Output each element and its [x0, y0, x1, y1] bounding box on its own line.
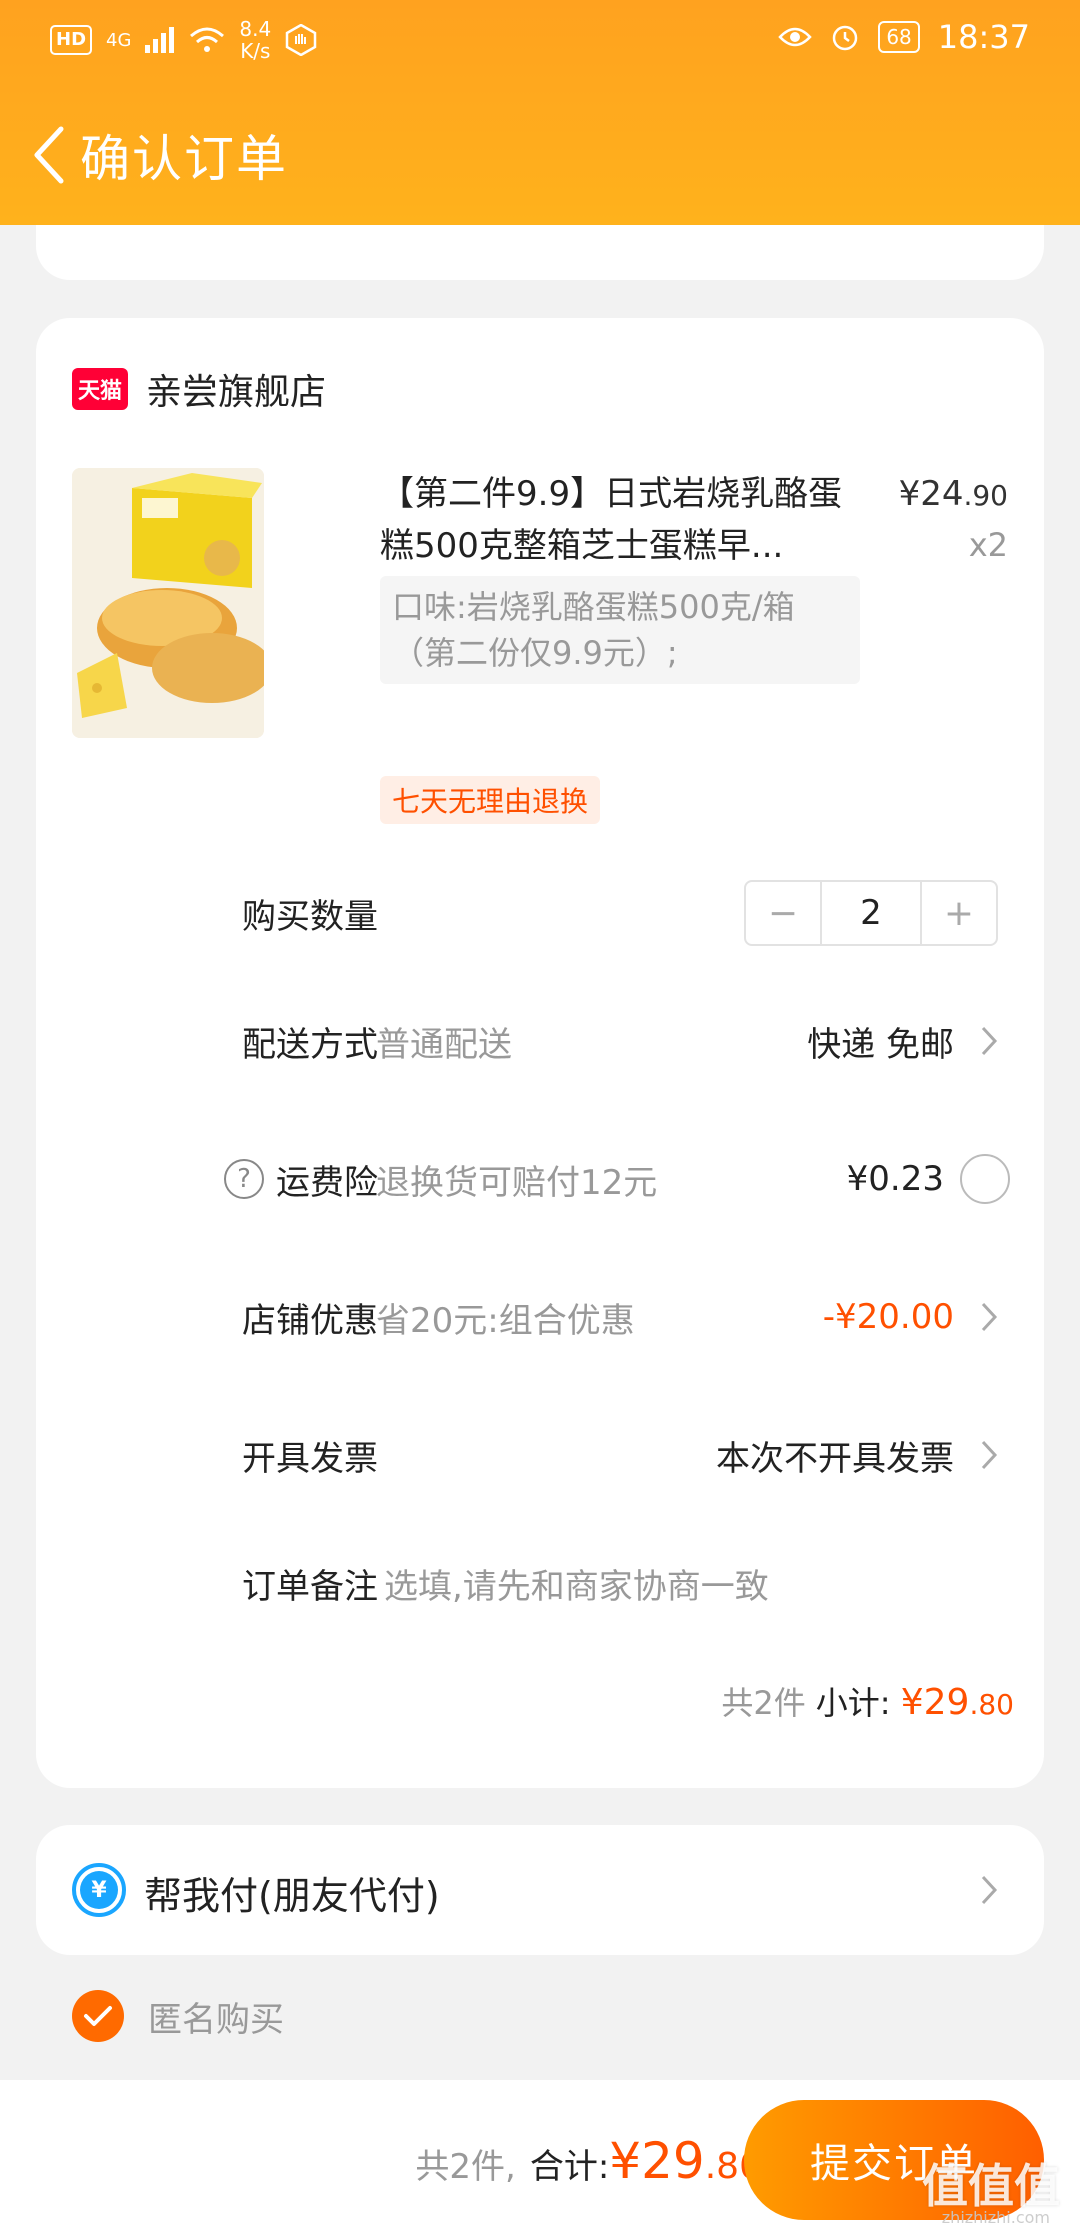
friend-pay-icon: ¥	[72, 1863, 126, 1917]
signal-icon	[145, 27, 175, 53]
order-note-input[interactable]: 选填,请先和商家协商一致	[384, 1559, 769, 1608]
shop-header[interactable]: 天猫 亲尝旗舰店	[72, 363, 326, 415]
delivery-row[interactable]: 配送方式 普通配送 快递 免邮	[36, 1001, 1044, 1081]
nav-bar: 确认订单	[0, 110, 1080, 200]
status-bar: HD 4G 8.4 K/s 68 18:37	[0, 0, 1080, 80]
note-label: 订单备注	[242, 1566, 378, 1607]
delivery-value: 快递 免邮	[807, 1024, 954, 1065]
increase-button[interactable]: +	[922, 882, 996, 944]
insurance-label[interactable]: ? 运费险	[224, 1155, 378, 1204]
anonymous-label: 匿名购买	[148, 1999, 284, 2040]
checkmark-icon[interactable]	[72, 1990, 124, 2042]
shipping-insurance-row: ? 运费险 退换货可赔付12元 ¥0.23	[36, 1139, 1044, 1219]
total-label: 合计:	[529, 2147, 610, 2187]
delivery-desc: 普通配送	[376, 1024, 512, 1065]
quantity-row: 购买数量 − 2 +	[36, 873, 1044, 953]
network-type: 4G	[106, 29, 132, 51]
watermark-url: zhizhizhi.com	[941, 2208, 1050, 2227]
subtotal-amount: ¥29.80	[900, 1682, 1014, 1723]
tmall-icon: 天猫	[72, 368, 128, 410]
wifi-icon	[190, 27, 225, 52]
delivery-label: 配送方式	[242, 1024, 378, 1065]
chevron-right-icon	[974, 1021, 1004, 1061]
discount-label: 店铺优惠	[242, 1300, 378, 1341]
quantity-input[interactable]: 2	[820, 882, 922, 944]
total-count: 共2件,	[415, 2147, 516, 2187]
battery-icon: 68	[878, 21, 920, 53]
subtotal: 共2件 小计: ¥29.80	[721, 1678, 1014, 1724]
chevron-right-icon	[974, 1870, 1004, 1910]
bottom-bar: 共2件, 合计:¥29.80 提交订单	[0, 2080, 1080, 2240]
invoice-label: 开具发票	[242, 1438, 378, 1479]
eye-icon	[778, 27, 813, 47]
hand-icon	[285, 24, 317, 56]
insurance-price: ¥0.23	[846, 1159, 944, 1199]
chevron-right-icon	[974, 1435, 1004, 1475]
product-price: ¥24.90	[898, 474, 1008, 514]
discount-desc: 省20元:组合优惠	[376, 1300, 635, 1341]
order-total: 共2件, 合计:¥29.80	[415, 2132, 762, 2190]
clock: 18:37	[937, 18, 1030, 56]
product-title[interactable]: 【第二件9.9】日式岩烧乳酪蛋糕500克整箱芝士蛋糕早...	[380, 468, 860, 572]
invoice-value: 本次不开具发票	[716, 1438, 954, 1479]
alarm-icon	[833, 25, 858, 51]
anonymous-purchase[interactable]: 匿名购买	[72, 1990, 284, 2042]
help-icon[interactable]: ?	[224, 1159, 264, 1199]
product-spec[interactable]: 口味:岩烧乳酪蛋糕500克/箱（第二份仅9.9元）;	[380, 576, 860, 684]
return-policy-tag: 七天无理由退换	[380, 776, 601, 824]
order-card: 天猫 亲尝旗舰店 【第二件9.9】日式岩烧乳酪蛋糕500克整箱芝士蛋糕早... …	[36, 318, 1044, 1788]
decrease-button[interactable]: −	[746, 882, 820, 944]
back-arrow-icon[interactable]	[18, 110, 78, 200]
product-image[interactable]	[72, 468, 264, 738]
chevron-right-icon	[974, 1297, 1004, 1337]
order-note-row: 订单备注 选填,请先和商家协商一致	[36, 1543, 1044, 1623]
net-speed: 8.4 K/s	[239, 17, 272, 63]
quantity-stepper: − 2 +	[744, 880, 998, 946]
friend-pay-card[interactable]: ¥ 帮我付(朋友代付)	[36, 1825, 1044, 1955]
subtotal-label: 小计:	[815, 1684, 891, 1722]
hd-icon: HD	[50, 25, 93, 55]
insurance-desc: 退换货可赔付12元	[376, 1162, 658, 1203]
discount-value: -¥20.00	[822, 1297, 954, 1337]
quantity-label: 购买数量	[242, 896, 378, 937]
watermark-logo: 值值值	[922, 2159, 1060, 2213]
top-bar: HD 4G 8.4 K/s 68 18:37 确认订单	[0, 0, 1080, 225]
subtotal-count: 共2件	[721, 1684, 806, 1722]
invoice-row[interactable]: 开具发票 本次不开具发票	[36, 1415, 1044, 1495]
shop-discount-row[interactable]: 店铺优惠 省20元:组合优惠 -¥20.00	[36, 1277, 1044, 1357]
friend-pay-label: 帮我付(朋友代付)	[144, 1874, 440, 1918]
insurance-radio[interactable]	[960, 1154, 1010, 1204]
product-quantity: x2	[968, 526, 1008, 564]
page-title: 确认订单	[80, 130, 288, 188]
total-amount: ¥29.80	[609, 2132, 762, 2190]
shop-name: 亲尝旗舰店	[146, 372, 327, 413]
